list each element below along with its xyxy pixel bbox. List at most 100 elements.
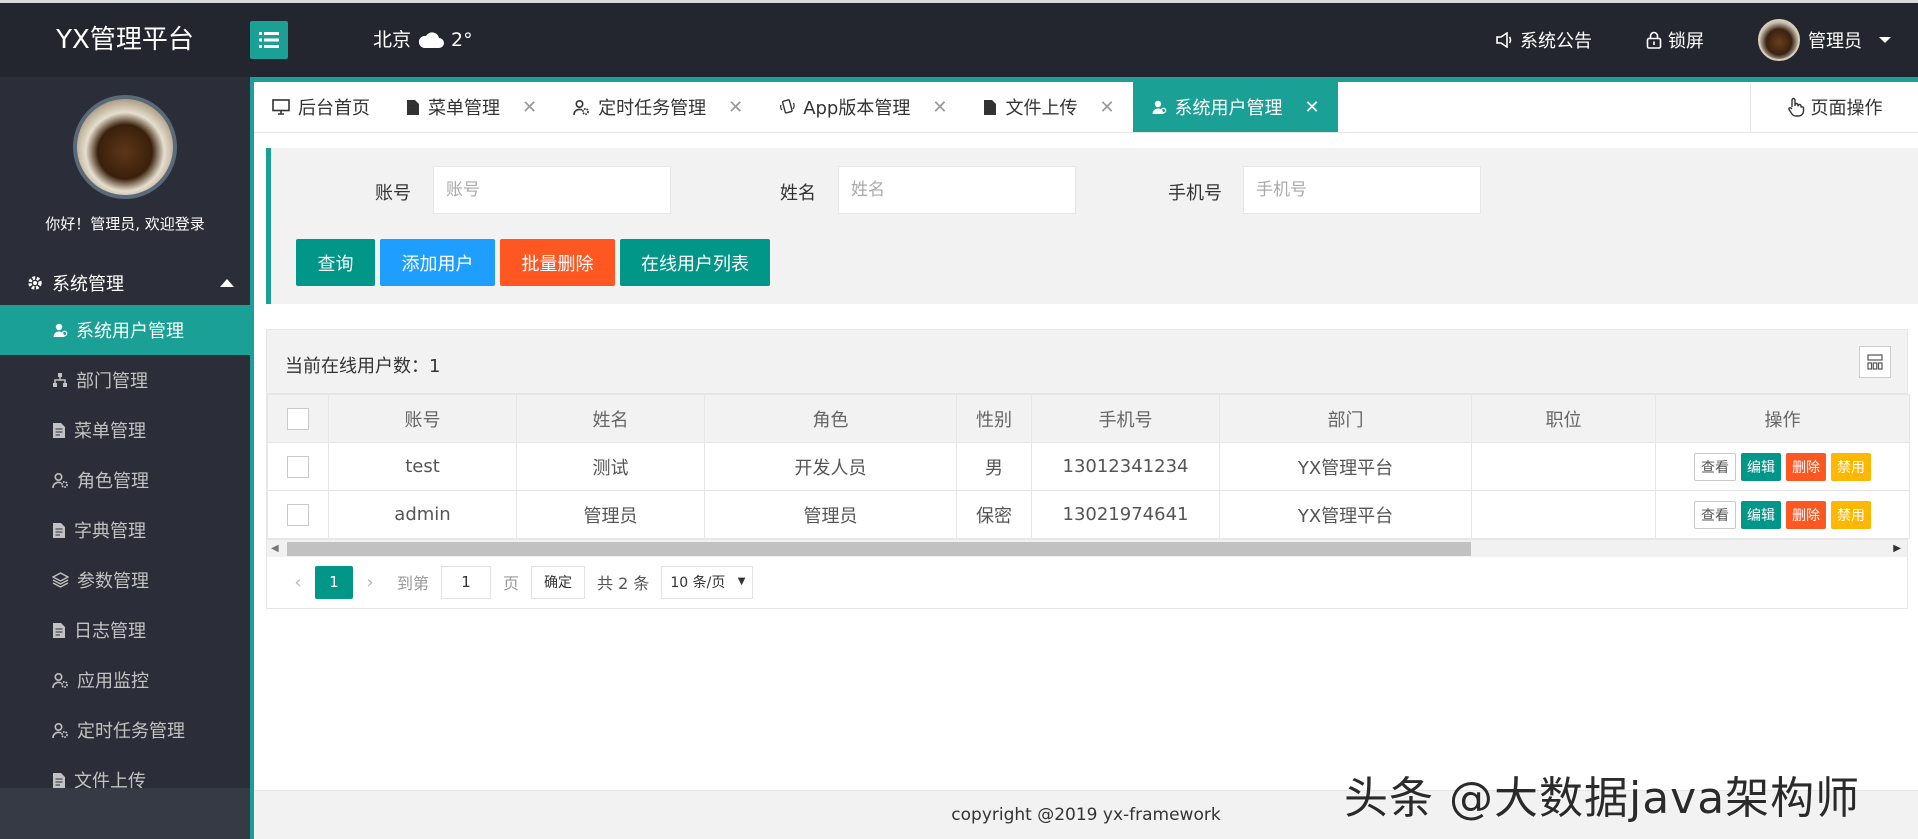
sidebar-item[interactable]: 角色管理 bbox=[0, 455, 250, 505]
select-all-checkbox[interactable] bbox=[287, 407, 309, 430]
tab-label: App版本管理 bbox=[803, 98, 911, 119]
tab[interactable]: 定时任务管理 ✕ bbox=[555, 82, 761, 132]
lock-icon bbox=[1646, 31, 1662, 49]
user-name: 管理员 bbox=[1808, 31, 1862, 52]
column-header[interactable]: 部门 bbox=[1219, 394, 1472, 443]
table-header-row: 账号 姓名 角色 性别 手机号 部门 职位 操作 bbox=[267, 394, 1910, 443]
sidebar-item[interactable]: 参数管理 bbox=[0, 555, 250, 605]
sidebar-item[interactable]: 菜单管理 bbox=[0, 405, 250, 455]
mobile-icon bbox=[779, 99, 795, 115]
menu-toggle-button[interactable] bbox=[250, 21, 288, 59]
cell-name: 管理员 bbox=[516, 490, 705, 539]
column-filter-button[interactable] bbox=[1859, 346, 1891, 378]
sidebar-item[interactable]: 定时任务管理 bbox=[0, 705, 250, 755]
avatar bbox=[1758, 19, 1800, 61]
sidebar-item[interactable]: 日志管理 bbox=[0, 605, 250, 655]
close-icon[interactable]: ✕ bbox=[1099, 97, 1114, 118]
row-checkbox[interactable] bbox=[287, 455, 309, 478]
tab[interactable]: 系统用户管理 ✕ bbox=[1132, 82, 1338, 132]
profile-avatar bbox=[73, 95, 177, 199]
sidebar: 你好！管理员, 欢迎登录 系统管理 系统用户管理 部门管理 菜单管理 角色管理 字典管理… bbox=[0, 77, 250, 839]
query-button[interactable]: 查询 bbox=[296, 239, 375, 286]
account-input[interactable] bbox=[433, 166, 671, 214]
edit-button[interactable]: 编辑 bbox=[1741, 452, 1781, 481]
goto-page-input[interactable] bbox=[441, 565, 492, 599]
sidebar-accent-edge bbox=[250, 77, 254, 839]
close-icon[interactable]: ✕ bbox=[932, 97, 947, 118]
next-page-icon[interactable]: › bbox=[353, 572, 387, 593]
page-operation-label: 页面操作 bbox=[1810, 98, 1883, 119]
current-page[interactable]: 1 bbox=[315, 565, 353, 599]
sidebar-item[interactable]: 系统用户管理 bbox=[0, 305, 250, 355]
scrollbar-thumb[interactable] bbox=[287, 542, 1471, 556]
lock-label: 锁屏 bbox=[1668, 31, 1704, 52]
view-button[interactable]: 查看 bbox=[1694, 500, 1736, 529]
layers-icon bbox=[52, 572, 69, 588]
horizontal-scrollbar[interactable]: ◀ ▶ bbox=[267, 539, 1907, 557]
page-operation-button[interactable]: 页面操作 bbox=[1750, 82, 1918, 132]
goto-confirm-button[interactable]: 确定 bbox=[531, 565, 586, 599]
goto-label: 到第 bbox=[397, 574, 430, 593]
cell-actions: 查看 编辑 删除 禁用 bbox=[1655, 490, 1910, 539]
sidebar-item-label: 部门管理 bbox=[76, 371, 148, 392]
page-size-select[interactable]: 10 条/页 ▼ bbox=[661, 565, 754, 599]
sidebar-item[interactable]: 字典管理 bbox=[0, 505, 250, 555]
announcement-link[interactable]: 系统公告 bbox=[1496, 27, 1592, 53]
table-row[interactable]: test 测试 开发人员男 13012341234 YX管理平台 查看 编辑 删除 禁用 bbox=[267, 442, 1910, 491]
file-icon bbox=[52, 422, 66, 439]
menu-group-system[interactable]: 系统管理 bbox=[0, 261, 250, 305]
disable-button[interactable]: 禁用 bbox=[1831, 452, 1871, 481]
column-header[interactable]: 职位 bbox=[1471, 394, 1656, 443]
delete-button[interactable]: 删除 bbox=[1786, 452, 1826, 481]
add-user-button[interactable]: 添加用户 bbox=[380, 239, 495, 286]
column-header[interactable]: 角色 bbox=[704, 394, 957, 443]
column-header[interactable]: 手机号 bbox=[1031, 394, 1220, 443]
view-button[interactable]: 查看 bbox=[1694, 452, 1736, 481]
scroll-right-icon[interactable]: ▶ bbox=[1893, 543, 1901, 554]
phone-input[interactable] bbox=[1243, 166, 1481, 214]
cloud-icon bbox=[418, 32, 445, 48]
name-input[interactable] bbox=[838, 166, 1076, 214]
tab[interactable]: App版本管理 ✕ bbox=[761, 82, 965, 132]
tab-label: 菜单管理 bbox=[428, 98, 500, 119]
row-checkbox[interactable] bbox=[287, 503, 309, 526]
user-gear-icon bbox=[52, 672, 69, 689]
hand-pointer-icon bbox=[1787, 97, 1804, 117]
hamburger-icon bbox=[259, 32, 279, 48]
prev-page-icon[interactable]: ‹ bbox=[281, 572, 315, 593]
sidebar-item-label: 应用监控 bbox=[77, 671, 149, 692]
watermark: 头条 @大数据java架构师 bbox=[1344, 773, 1861, 824]
tab[interactable]: 菜单管理 ✕ bbox=[388, 82, 555, 132]
online-user-list-button[interactable]: 在线用户列表 bbox=[620, 239, 770, 286]
disable-button[interactable]: 禁用 bbox=[1831, 500, 1871, 529]
sidebar-item-label: 参数管理 bbox=[77, 571, 149, 592]
file-icon bbox=[52, 772, 66, 789]
lock-screen-link[interactable]: 锁屏 bbox=[1646, 27, 1704, 53]
sidebar-item[interactable]: 应用监控 bbox=[0, 655, 250, 705]
sidebar-item-label: 角色管理 bbox=[77, 471, 149, 492]
cell-name: 测试 bbox=[516, 442, 705, 491]
row-select-cell bbox=[267, 442, 329, 491]
close-icon[interactable]: ✕ bbox=[728, 97, 743, 118]
column-header[interactable]: 姓名 bbox=[516, 394, 705, 443]
sidebar-item-label: 日志管理 bbox=[74, 621, 146, 642]
edit-button[interactable]: 编辑 bbox=[1741, 500, 1781, 529]
user-menu[interactable]: 管理员 bbox=[1758, 19, 1892, 61]
tab[interactable]: 后台首页 bbox=[254, 82, 388, 132]
close-icon[interactable]: ✕ bbox=[522, 97, 537, 118]
batch-delete-button[interactable]: 批量删除 bbox=[500, 239, 615, 286]
delete-button[interactable]: 删除 bbox=[1786, 500, 1826, 529]
table-row[interactable]: admin 管理员 管理员 保密 13021974641 YX管理平台 查看 编辑 删除 禁用 bbox=[267, 490, 1910, 539]
column-header[interactable]: 性别 bbox=[956, 394, 1032, 443]
tab-bar: 后台首页 菜单管理 ✕ 定时任务管理 ✕ App版本管理 ✕ 文件上传 ✕ 系统用户管理 ✕ 页面操… bbox=[254, 77, 1918, 133]
columns-icon bbox=[1867, 354, 1883, 370]
cell-phone: 13021974641 bbox=[1031, 490, 1220, 539]
scroll-left-icon[interactable]: ◀ bbox=[271, 543, 279, 554]
tab-label: 系统用户管理 bbox=[1174, 98, 1283, 119]
cell-account: admin bbox=[328, 490, 517, 539]
close-icon[interactable]: ✕ bbox=[1305, 97, 1320, 118]
total-count: 共 2 条 bbox=[597, 574, 650, 593]
tab[interactable]: 文件上传 ✕ bbox=[965, 82, 1132, 132]
sidebar-item[interactable]: 部门管理 bbox=[0, 355, 250, 405]
column-header[interactable]: 账号 bbox=[328, 394, 517, 443]
